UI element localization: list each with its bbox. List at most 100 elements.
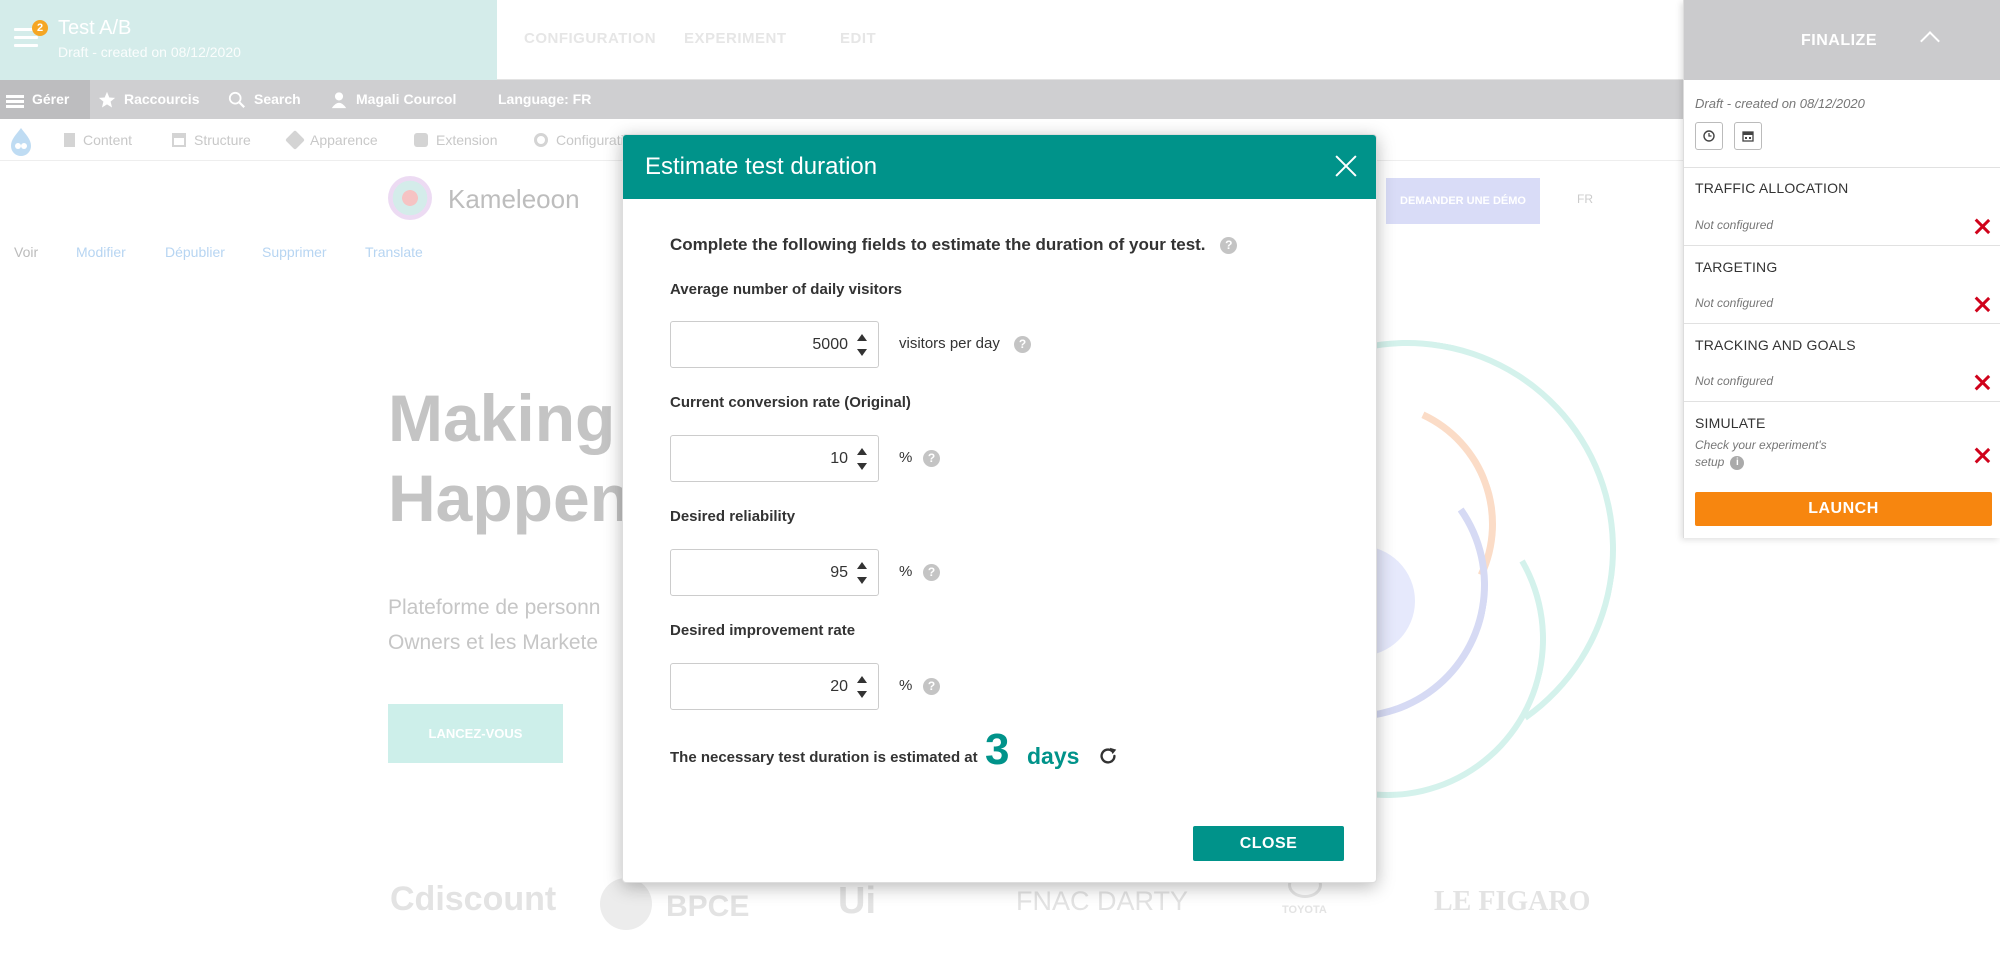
finalize-header[interactable]: FINALIZE xyxy=(1684,0,2000,80)
not-configured-icon xyxy=(1974,218,1990,234)
cta-button[interactable]: LANCEZ-VOUS xyxy=(388,704,563,763)
tool-extension[interactable]: Extension xyxy=(414,132,497,148)
user-menu[interactable]: Magali Courcol xyxy=(330,80,456,119)
help-icon[interactable]: ? xyxy=(1014,336,1031,353)
modal-intro: Complete the following fields to estimat… xyxy=(670,235,1238,255)
modal-title: Estimate test duration xyxy=(645,153,878,180)
calendar-icon xyxy=(1742,131,1754,142)
admin-toolbar: Gérer Raccourcis Search Magali Courcol L… xyxy=(0,80,1683,119)
screen: 2 Test A/B Draft - created on 08/12/2020… xyxy=(0,0,2000,960)
section-status: Not configured xyxy=(1695,218,1774,232)
draft-note: Draft - created on 08/12/2020 xyxy=(1695,96,1865,111)
spinner-icon[interactable] xyxy=(857,334,867,356)
link-unpublish[interactable]: Dépublier xyxy=(165,244,225,260)
help-icon[interactable]: ? xyxy=(923,450,940,467)
conversion-rate-unit: % xyxy=(899,449,913,466)
section-status: Not configured xyxy=(1695,296,1774,310)
help-icon[interactable]: ? xyxy=(923,678,940,695)
improvement-rate-unit: % xyxy=(899,677,913,694)
clock-button[interactable] xyxy=(1695,122,1723,150)
spinner-icon[interactable] xyxy=(857,448,867,470)
not-configured-icon xyxy=(1974,447,1990,463)
drupal-logo-icon[interactable] xyxy=(8,127,34,157)
hero-title-line2: Happen xyxy=(388,461,631,535)
estimate-duration-modal: Estimate test duration Complete the foll… xyxy=(622,134,1377,883)
client-logo-cdiscount: Cdiscount xyxy=(390,880,557,918)
refresh-icon[interactable] xyxy=(1097,745,1119,767)
tool-appearance[interactable]: Apparence xyxy=(285,130,378,150)
tool-extension-label: Extension xyxy=(436,132,498,148)
daily-visitors-value: 5000 xyxy=(812,336,848,353)
site-language[interactable]: FR xyxy=(1577,192,1593,206)
hero-text-line1: Plateforme de personn xyxy=(388,596,601,619)
help-icon[interactable]: ? xyxy=(1220,237,1238,255)
link-edit[interactable]: Modifier xyxy=(76,244,126,260)
kameleoon-logo-icon xyxy=(388,176,432,220)
manage-button[interactable]: Gérer xyxy=(0,80,90,119)
user-icon xyxy=(331,91,347,108)
puzzle-icon xyxy=(414,133,428,147)
client-logo-bpce-icon xyxy=(600,878,652,930)
modal-header: Estimate test duration xyxy=(623,135,1376,199)
tool-content[interactable]: Content xyxy=(64,132,132,148)
tool-structure[interactable]: Structure xyxy=(172,132,251,148)
manage-label: Gérer xyxy=(32,91,70,107)
link-view[interactable]: Voir xyxy=(14,244,38,260)
section-title: SIMULATE xyxy=(1695,415,1766,431)
daily-visitors-input[interactable]: 5000 xyxy=(670,321,879,368)
improvement-rate-input[interactable]: 20 xyxy=(670,663,879,710)
section-traffic-allocation[interactable]: TRAFFIC ALLOCATION Not configured xyxy=(1684,167,2000,245)
client-logo-toyota: TOYOTA xyxy=(1282,904,1327,916)
language-switch[interactable]: Language: FR xyxy=(498,80,591,119)
section-simulate[interactable]: SIMULATE Check your experiment's setup i xyxy=(1684,401,2000,481)
brush-icon xyxy=(285,130,305,150)
section-targeting[interactable]: TARGETING Not configured xyxy=(1684,245,2000,323)
calendar-button[interactable] xyxy=(1734,122,1762,150)
tab-experiment[interactable]: EXPERIMENT xyxy=(684,30,787,47)
reliability-unit: % xyxy=(899,563,913,580)
hamburger-icon xyxy=(6,93,24,108)
tool-appearance-label: Apparence xyxy=(310,132,378,148)
section-status-line1: Check your experiment's xyxy=(1695,438,1827,452)
link-delete[interactable]: Supprimer xyxy=(262,244,327,260)
spinner-icon[interactable] xyxy=(857,676,867,698)
field-label-reliability: Desired reliability xyxy=(670,508,796,525)
site-brand: Kameleoon xyxy=(448,184,580,214)
section-status-line2-wrap: setup i xyxy=(1695,455,1745,470)
launch-button[interactable]: LAUNCH xyxy=(1695,492,1992,526)
star-icon xyxy=(98,91,116,108)
close-icon[interactable] xyxy=(1334,154,1358,178)
tab-configuration[interactable]: CONFIGURATION xyxy=(524,30,656,47)
wrench-icon xyxy=(534,133,548,147)
search-label: Search xyxy=(254,91,301,107)
hero-title-line1: Making xyxy=(388,381,616,455)
conversion-rate-input[interactable]: 10 xyxy=(670,435,879,482)
section-tracking-goals[interactable]: TRACKING AND GOALS Not configured xyxy=(1684,323,2000,401)
search-button[interactable]: Search xyxy=(228,80,301,119)
notification-badge: 2 xyxy=(32,20,48,36)
not-configured-icon xyxy=(1974,296,1990,312)
close-button[interactable]: CLOSE xyxy=(1193,826,1344,861)
tab-edit[interactable]: EDIT xyxy=(840,30,876,47)
section-title: TARGETING xyxy=(1695,259,1778,275)
shortcuts-label: Raccourcis xyxy=(124,91,200,107)
info-icon[interactable]: i xyxy=(1730,455,1745,470)
result-label: The necessary test duration is estimated… xyxy=(670,749,978,766)
field-label-improvement-rate: Desired improvement rate xyxy=(670,622,856,639)
document-icon xyxy=(64,133,75,147)
client-logo-ui: Ui xyxy=(838,880,876,922)
help-icon[interactable]: ? xyxy=(923,564,940,581)
reliability-input[interactable]: 95 xyxy=(670,549,879,596)
link-translate[interactable]: Translate xyxy=(365,244,423,260)
spinner-icon[interactable] xyxy=(857,562,867,584)
section-title: TRAFFIC ALLOCATION xyxy=(1695,180,1849,196)
client-logo-fnac-darty: FNAC DARTY xyxy=(1016,886,1189,916)
section-status-line2: setup xyxy=(1695,455,1725,469)
hero-text-line2: Owners et les Markete xyxy=(388,631,599,654)
improvement-rate-value: 20 xyxy=(830,678,848,695)
chevron-up-icon[interactable] xyxy=(1920,31,1940,51)
test-subtitle: Draft - created on 08/12/2020 xyxy=(58,44,241,60)
demo-button[interactable]: DEMANDER UNE DÉMO xyxy=(1386,178,1540,224)
search-icon xyxy=(228,91,245,108)
shortcuts-button[interactable]: Raccourcis xyxy=(98,80,199,119)
